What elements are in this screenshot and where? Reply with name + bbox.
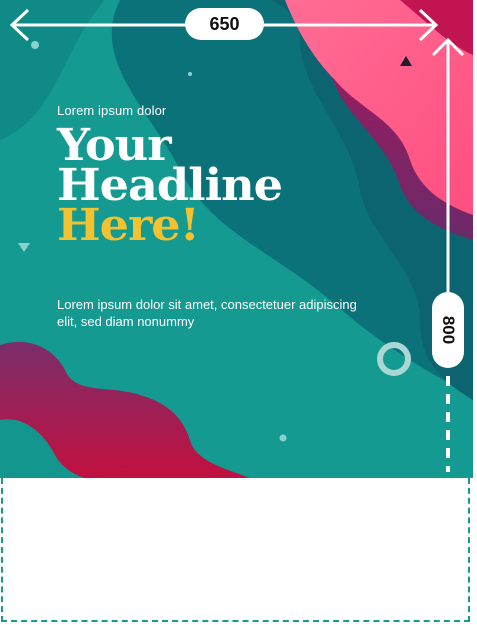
dot-shape: [188, 72, 192, 76]
dot-shape: [279, 434, 287, 442]
dot-shape: [31, 41, 39, 49]
body-copy: Lorem ipsum dolor sit amet, consectetuer…: [57, 297, 357, 329]
bleed-guide: [1, 478, 470, 622]
headline: Your Headline Here!: [57, 124, 283, 251]
headline-accent: Here!: [57, 200, 200, 251]
poster-artboard: Lorem ipsum dolor Your Headline Here! Lo…: [0, 0, 473, 478]
eyebrow-text: Lorem ipsum dolor: [57, 103, 167, 118]
height-label: 800: [439, 315, 458, 345]
height-label-pill: 800: [432, 292, 464, 368]
width-label: 650: [185, 8, 264, 40]
canvas: Lorem ipsum dolor Your Headline Here! Lo…: [0, 0, 477, 625]
